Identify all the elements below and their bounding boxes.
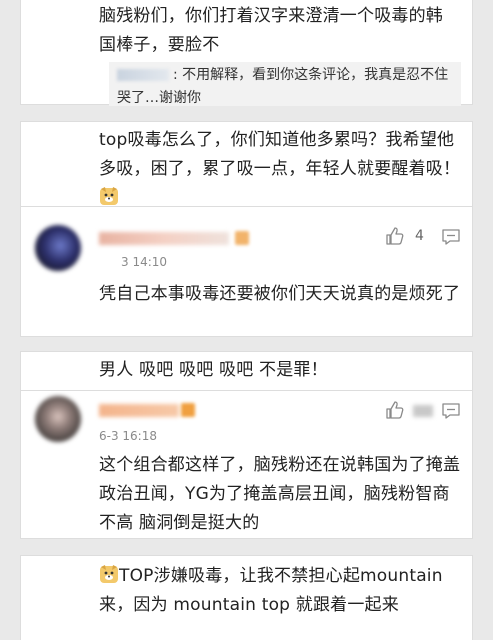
comment-text-body: TOP涉嫌吸毒，让我不禁担心起mountain来，因为 mountain top… (99, 566, 443, 615)
blurred-like-count (413, 405, 433, 417)
like-count: 4 (415, 228, 424, 244)
reply-quote[interactable]: : 不用解释，看到你这条评论，我真是忍不住哭了…谢谢你 (109, 62, 461, 106)
comment-card-3: 3 14:10 4 凭自己本事吸毒还要被你们天天说真的是烦死了 (20, 207, 473, 337)
blurred-username[interactable] (99, 404, 179, 417)
comment-text: 脑残粉们，你们打着汉字来澄清一个吸毒的韩国棒子，要脸不 (99, 6, 443, 55)
like-icon[interactable] (385, 400, 405, 420)
comment-time: 3 14:10 (121, 255, 168, 269)
comment-text: top吸毒怎么了，你们知道他多累吗？我希望他多吸，困了，累了吸一点，年轻人就要醒… (99, 126, 461, 213)
comment-text-body: top吸毒怎么了，你们知道他多累吗？我希望他多吸，困了，累了吸一点，年轻人就要醒… (99, 130, 461, 179)
comment-time: 6-3 16:18 (99, 429, 157, 443)
blurred-username[interactable] (99, 232, 229, 245)
comment-card-4: 男人 吸吧 吸吧 吸吧 不是罪！ (20, 351, 473, 391)
comment-card-1: 脑残粉们，你们打着汉字来澄清一个吸毒的韩国棒子，要脸不 : 不用解释，看到你这条… (20, 0, 473, 106)
comment-card-2: top吸毒怎么了，你们知道他多累吗？我希望他多吸，困了，累了吸一点，年轻人就要醒… (20, 121, 473, 207)
comment-text: 凭自己本事吸毒还要被你们天天说真的是烦死了 (99, 284, 461, 304)
comment-text: 男人 吸吧 吸吧 吸吧 不是罪！ (99, 360, 328, 380)
doge-emoji-icon (100, 565, 118, 583)
doge-emoji-icon (100, 187, 118, 205)
like-icon[interactable] (385, 226, 405, 246)
badge-icon (181, 403, 195, 417)
comment-icon[interactable] (441, 401, 461, 421)
comment-card-6: TOP涉嫌吸毒，让我不禁担心起mountain来，因为 mountain top… (20, 555, 473, 640)
blurred-username (117, 69, 169, 81)
comment-text: 这个组合都这样了，脑残粉还在说韩国为了掩盖政治丑闻，YG为了掩盖高层丑闻，脑残粉… (99, 455, 461, 533)
avatar[interactable] (35, 225, 81, 271)
comment-text: TOP涉嫌吸毒，让我不禁担心起mountain来，因为 mountain top… (99, 562, 461, 620)
avatar[interactable] (35, 396, 81, 442)
badge-icon (235, 231, 249, 245)
comment-icon[interactable] (441, 227, 461, 247)
comment-card-5: 6-3 16:18 这个组合都这样了，脑残粉还在说韩国为了掩盖政治丑闻，YG为了… (20, 391, 473, 539)
